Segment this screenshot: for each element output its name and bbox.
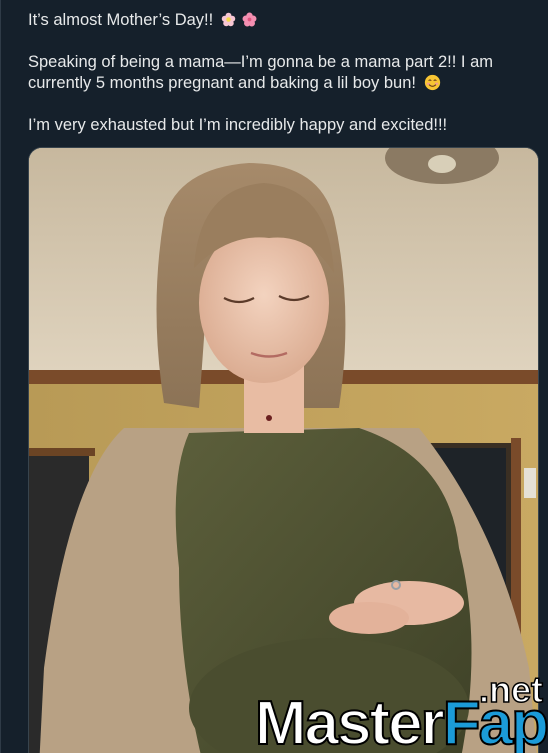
watermark: .net MasterFap [242, 668, 548, 753]
post-line-3: I’m very exhausted but I’m incredibly ha… [28, 116, 448, 134]
watermark-part-1: Master [254, 688, 446, 753]
post-image[interactable] [28, 147, 539, 753]
cherry-blossom-icon [242, 12, 257, 27]
watermark-logo: MasterFap [254, 688, 548, 753]
post-text: It’s almost Mother’s Day!! Speaking of b… [28, 10, 538, 157]
watermark-part-2: Fap [442, 688, 548, 753]
post-line-1: It’s almost Mother’s Day!! [28, 10, 538, 31]
post-line-1-text: It’s almost Mother’s Day!! [28, 11, 218, 29]
post-line-2: Speaking of being a mama—I’m gonna be a … [28, 52, 538, 94]
smiling-face-icon [424, 74, 440, 91]
photo-illustration [29, 148, 538, 753]
post: It’s almost Mother’s Day!! Speaking of b… [0, 0, 548, 753]
flower-icon [221, 12, 236, 27]
